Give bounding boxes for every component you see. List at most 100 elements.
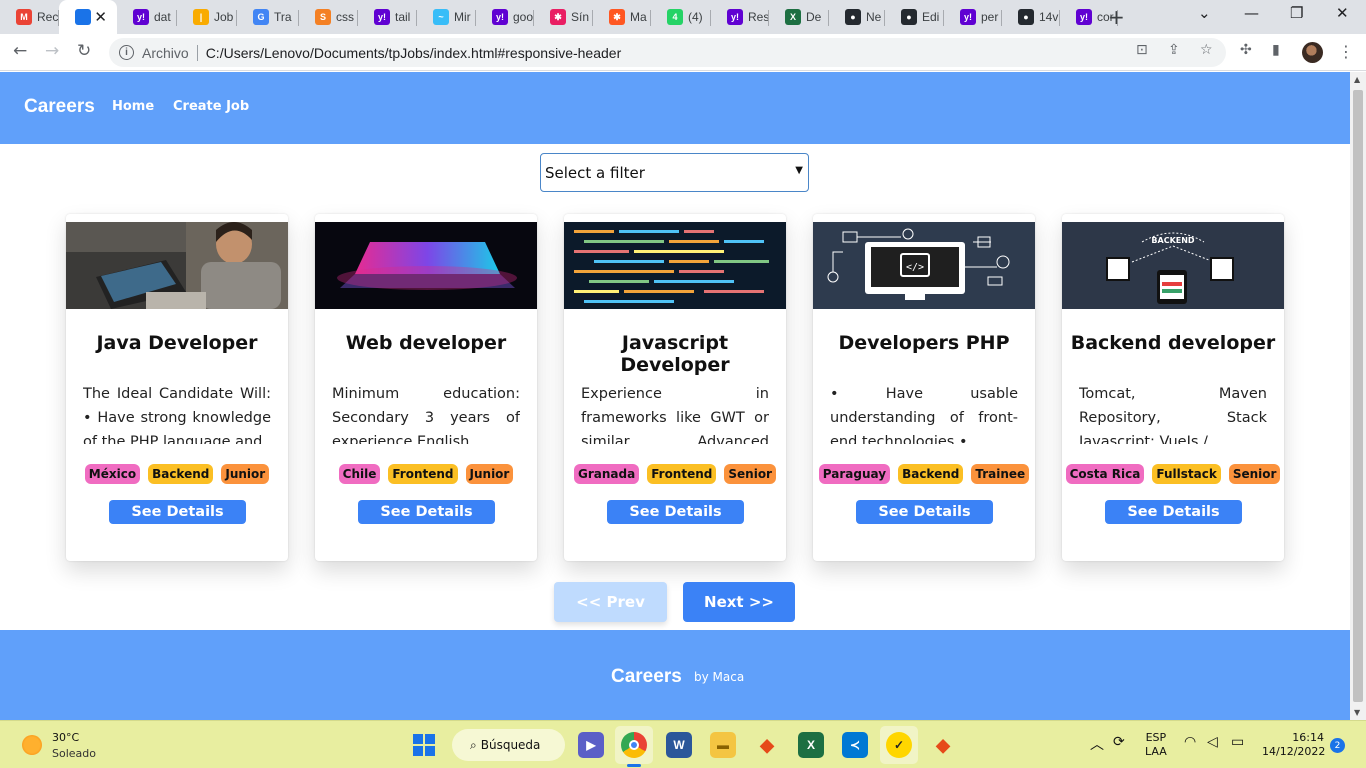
browser-tab[interactable]: y! tail bbox=[358, 4, 417, 30]
job-location-tag: Granada bbox=[574, 464, 640, 484]
chrome-running-indicator bbox=[627, 764, 641, 767]
browser-tab[interactable]: ● Ne bbox=[829, 4, 885, 30]
nav-home-link[interactable]: Home bbox=[112, 99, 154, 114]
profile-avatar[interactable] bbox=[1302, 42, 1323, 63]
browser-tab[interactable]: y! Res bbox=[711, 4, 769, 30]
video-call-app-icon[interactable]: ▶ bbox=[578, 732, 604, 758]
word-icon[interactable]: W bbox=[666, 732, 692, 758]
nav-create-job-link[interactable]: Create Job bbox=[173, 99, 249, 114]
lang-line-2: LAA bbox=[1145, 745, 1167, 758]
browser-tab[interactable]: Scss bbox=[299, 4, 358, 30]
info-icon[interactable]: i bbox=[119, 45, 134, 60]
battery-icon[interactable]: ▭ bbox=[1231, 734, 1244, 750]
page-scrollbar[interactable]: ▲ ▼ bbox=[1350, 72, 1366, 720]
bookmark-star-icon[interactable]: ☆ bbox=[1200, 42, 1213, 58]
address-url[interactable]: C:/Users/Lenovo/Documents/tpJobs/index.h… bbox=[206, 45, 622, 61]
browser-tab[interactable]: G Tra bbox=[237, 4, 299, 30]
browser-tab[interactable]: ✱ Sín bbox=[534, 4, 593, 30]
browser-tab[interactable]: ● Edi bbox=[885, 4, 944, 30]
weather-temp[interactable]: 30°C bbox=[52, 731, 79, 744]
job-category-tag: Backend bbox=[898, 464, 964, 484]
browser-tab[interactable]: ✱ Ma bbox=[593, 4, 651, 30]
browser-tab[interactable]: ~ Mir bbox=[417, 4, 476, 30]
browser-menu-icon[interactable]: ⋮ bbox=[1338, 42, 1354, 61]
notification-badge[interactable]: 2 bbox=[1330, 738, 1345, 753]
browser-tab[interactable]: y! dat bbox=[117, 4, 177, 30]
tab-search-icon[interactable]: ⌄ bbox=[1198, 4, 1211, 22]
forward-icon[interactable]: → bbox=[45, 41, 59, 61]
back-icon[interactable]: ← bbox=[13, 41, 27, 61]
job-tags: Costa Rica Fullstack Senior bbox=[1062, 464, 1284, 484]
wifi-icon[interactable]: ◠ bbox=[1184, 734, 1196, 750]
page-viewport: Careers Home Create Job Select a filter … bbox=[0, 72, 1350, 720]
reload-icon[interactable]: ↻ bbox=[77, 41, 91, 61]
see-details-button[interactable]: See Details bbox=[856, 500, 993, 524]
system-clock[interactable]: 16:14 14/12/2022 bbox=[1262, 731, 1326, 759]
window-close-icon[interactable]: ✕ bbox=[1336, 4, 1349, 22]
browser-tab[interactable]: ● 14v bbox=[1002, 4, 1060, 30]
see-details-button[interactable]: See Details bbox=[358, 500, 495, 524]
yahoo-icon: y! bbox=[374, 9, 390, 25]
share-icon[interactable]: ⇪ bbox=[1168, 42, 1180, 58]
maximize-icon[interactable]: ❐ bbox=[1290, 4, 1303, 22]
job-card: Javascript Developer Experience in framew… bbox=[564, 214, 786, 561]
gmail-icon: M bbox=[16, 9, 32, 25]
git-kraken-icon[interactable]: ◆ bbox=[754, 732, 780, 758]
scroll-down-icon[interactable]: ▼ bbox=[1354, 708, 1360, 717]
side-panel-icon[interactable]: ▮ bbox=[1272, 42, 1280, 58]
clock-date: 14/12/2022 bbox=[1262, 745, 1326, 758]
taskbar-search[interactable]: ⌕ Búsqueda bbox=[452, 729, 565, 761]
job-card-image: </> bbox=[813, 222, 1035, 309]
browser-tab[interactable]: y! goo bbox=[476, 4, 534, 30]
job-tags: Chile Frontend Junior bbox=[315, 464, 537, 484]
browser-tab[interactable]: X De bbox=[769, 4, 829, 30]
volume-icon[interactable]: ◁ bbox=[1207, 734, 1218, 750]
yahoo-icon: y! bbox=[960, 9, 976, 25]
sun-icon[interactable] bbox=[22, 735, 42, 755]
github-icon: ● bbox=[901, 9, 917, 25]
translate-icon[interactable]: ⊡ bbox=[1136, 42, 1148, 58]
browser-tab[interactable]: ✕ bbox=[59, 0, 117, 34]
job-seniority-tag: Junior bbox=[465, 464, 514, 484]
new-tab-icon[interactable]: + bbox=[1108, 5, 1125, 29]
extensions-icon[interactable]: ✣ bbox=[1240, 42, 1252, 58]
chrome-icon[interactable] bbox=[621, 732, 647, 758]
next-page-button[interactable]: Next >> bbox=[683, 582, 795, 622]
browser-tab[interactable]: 4 (4) bbox=[651, 4, 711, 30]
see-details-button[interactable]: See Details bbox=[1105, 500, 1242, 524]
browser-tab-label: Edi bbox=[922, 10, 940, 24]
filter-select[interactable]: Select a filter ▼ bbox=[540, 153, 809, 192]
browser-tab-label: (4) bbox=[688, 10, 703, 24]
filter-select-value: Select a filter bbox=[545, 163, 645, 182]
browser-tab[interactable]: y! per bbox=[944, 4, 1002, 30]
vscode-icon[interactable]: ≺ bbox=[842, 732, 868, 758]
svg-text:</>: </> bbox=[906, 262, 924, 273]
tray-chevron-up-icon[interactable]: ︿ bbox=[1090, 734, 1104, 754]
browser-tab[interactable]: M Rec bbox=[0, 4, 59, 30]
tasks-app-icon[interactable]: ✓ bbox=[886, 732, 912, 758]
minimize-icon[interactable]: — bbox=[1244, 4, 1259, 22]
address-bar[interactable]: i Archivo C:/Users/Lenovo/Documents/tpJo… bbox=[109, 38, 1226, 67]
job-category-tag: Fullstack bbox=[1152, 464, 1221, 484]
prev-page-button[interactable]: << Prev bbox=[554, 582, 667, 622]
folder-icon[interactable]: ▬ bbox=[710, 732, 736, 758]
tailwind-icon: ~ bbox=[433, 9, 449, 25]
language-indicator[interactable]: ESP LAA bbox=[1145, 731, 1167, 759]
job-description: Tomcat, Maven Repository, Stack Javascri… bbox=[1079, 386, 1267, 444]
windows-start-icon[interactable] bbox=[413, 734, 435, 756]
excel-icon[interactable]: X bbox=[798, 732, 824, 758]
close-tab-icon[interactable]: ✕ bbox=[94, 8, 107, 26]
git-app-icon[interactable]: ◆ bbox=[930, 732, 956, 758]
browser-tab[interactable]: | Job bbox=[177, 4, 237, 30]
scroll-up-icon[interactable]: ▲ bbox=[1354, 75, 1360, 84]
taskbar-search-label: Búsqueda bbox=[480, 738, 541, 752]
lang-line-1: ESP bbox=[1145, 731, 1167, 744]
address-scheme: Archivo bbox=[142, 44, 189, 61]
see-details-button[interactable]: See Details bbox=[109, 500, 246, 524]
job-card: Java Developer The Ideal Candidate Will: … bbox=[66, 214, 288, 561]
sync-icon[interactable]: ⟳ bbox=[1113, 734, 1125, 750]
site-brand[interactable]: Careers bbox=[24, 96, 95, 118]
scrollbar-thumb[interactable] bbox=[1353, 90, 1363, 702]
weather-condition[interactable]: Soleado bbox=[52, 747, 96, 760]
see-details-button[interactable]: See Details bbox=[607, 500, 744, 524]
